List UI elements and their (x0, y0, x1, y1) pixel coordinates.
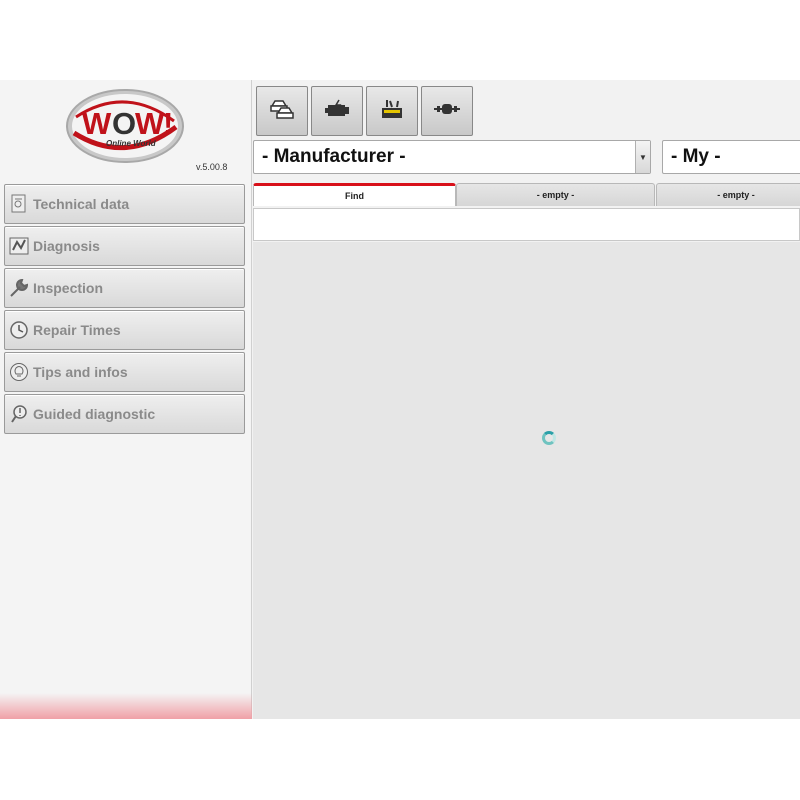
diagnosis-icon (8, 235, 30, 257)
chevron-down-icon[interactable]: ▼ (635, 141, 650, 173)
sidebar-item-label: Repair Times (33, 322, 121, 338)
toolbox-icon (379, 98, 405, 125)
lightbulb-icon (8, 361, 30, 383)
sidebar-item-label: Technical data (33, 196, 130, 212)
sidebar-footer-gradient (0, 693, 252, 719)
find-field[interactable] (253, 208, 800, 241)
sidebar-item-technical-data[interactable]: Technical data (4, 184, 245, 224)
loading-spinner-icon (542, 431, 556, 445)
toolbar-engine-button[interactable] (311, 86, 363, 136)
document-icon (8, 193, 30, 215)
sidebar-item-tips-and-infos[interactable]: Tips and infos (4, 352, 245, 392)
sidebar-item-guided-diagnostic[interactable]: Guided diagnostic (4, 394, 245, 434)
sidebar-item-repair-times[interactable]: Repair Times (4, 310, 245, 350)
tab-find[interactable]: Find (253, 183, 456, 206)
sidebar-item-label: Tips and infos (33, 364, 128, 380)
sidebar-item-label: Inspection (33, 280, 104, 296)
sidebar-item-inspection[interactable]: Inspection (4, 268, 245, 308)
sidebar-item-diagnosis[interactable]: Diagnosis (4, 226, 245, 266)
model-select-value: - My - (671, 146, 721, 167)
engine-icon (323, 98, 351, 125)
toolbar-axle-button[interactable] (421, 86, 473, 136)
manufacturer-select-value: - Manufacturer - (262, 146, 406, 167)
svg-text:W: W (82, 106, 112, 141)
sidebar-item-label: Guided diagnostic (33, 406, 156, 422)
clock-icon (8, 319, 30, 341)
svg-text:O: O (112, 106, 136, 141)
wrench-icon (8, 277, 30, 299)
toolbar-toolbox-button[interactable] (366, 86, 418, 136)
cars-icon (269, 98, 295, 125)
guided-diagnostic-icon (8, 403, 30, 425)
model-select[interactable]: - My - (662, 140, 800, 174)
svg-text:!: ! (163, 106, 173, 141)
axle-icon (433, 101, 461, 122)
sidebar: W O W ! Online World v.5.00.8 Technical … (0, 80, 252, 719)
version-label: v.5.00.8 (196, 162, 228, 172)
search-input[interactable] (254, 209, 799, 240)
toolbar-cars-button[interactable] (256, 86, 308, 136)
tab-empty-1[interactable]: - empty - (456, 183, 655, 206)
wow-logo: W O W ! Online World (64, 87, 186, 165)
application-window: W O W ! Online World v.5.00.8 Technical … (0, 80, 800, 719)
content-area (253, 242, 800, 719)
tab-empty-2[interactable]: - empty - (656, 183, 800, 206)
manufacturer-select[interactable]: - Manufacturer - ▼ (253, 140, 651, 174)
sidebar-item-label: Diagnosis (33, 238, 100, 254)
svg-text:Online World: Online World (106, 139, 157, 148)
svg-text:W: W (135, 106, 165, 141)
